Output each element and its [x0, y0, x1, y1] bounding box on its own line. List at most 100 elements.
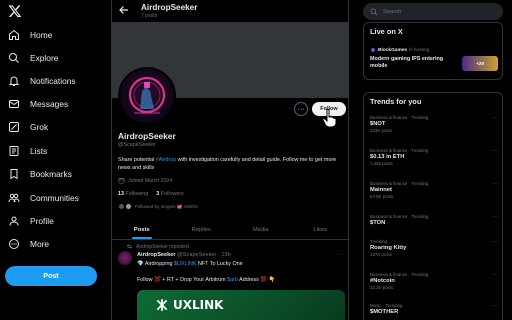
nav-messages[interactable]: Messages [8, 96, 68, 112]
nav-label: Home [30, 30, 53, 40]
header-profile-name: AirdropSeeker [141, 3, 198, 12]
nav-label: Explore [30, 53, 59, 63]
post-button[interactable]: Post [5, 266, 97, 286]
nav-lists[interactable]: Lists [8, 143, 47, 159]
tweet-handle-time[interactable]: @ScapeSeeker · 19h [177, 252, 231, 258]
nav-label: Profile [30, 216, 54, 226]
x-logo-icon[interactable] [8, 4, 22, 18]
image-text: UXLINK [173, 298, 224, 312]
pointer-hand-icon [322, 108, 337, 128]
nav-label: Bookmarks [30, 169, 72, 179]
nav-label: Messages [30, 99, 69, 109]
repost-text[interactable]: AirdropSeeker reposted [136, 244, 189, 250]
trend-item[interactable]: Business & finance · Trending Mainnet 67.5… [370, 181, 498, 209]
nav-bookmarks[interactable]: Bookmarks [8, 166, 72, 182]
tweet-media-image[interactable]: UXLINK [137, 290, 345, 320]
nav-explore[interactable]: Explore [8, 50, 58, 66]
tab-replies[interactable]: Replies [172, 220, 232, 239]
repost-indicator: AirdropSeeker reposted [126, 243, 189, 250]
live-description[interactable]: Modern gaming IPS entering mobile [370, 56, 458, 70]
tab-likes[interactable]: Likes [291, 220, 349, 239]
search-input[interactable]: Search [363, 3, 503, 20]
live-title: Live on X [370, 27, 403, 36]
avatar-artwork-icon [128, 76, 166, 114]
trend-item[interactable]: Business & finance · Trending $0.13 in ET… [370, 148, 498, 176]
following-link[interactable]: 13 Following [118, 191, 148, 197]
profile-column: AirdropSeeker 7 posts ··· Follow Airdrop… [111, 0, 349, 320]
followed-by[interactable]: Followed by longien 🐙 SMON [118, 203, 198, 210]
nav-label: Notifications [30, 76, 76, 86]
bookmark-icon [8, 168, 20, 180]
tweet-more-button[interactable]: ··· [336, 252, 342, 258]
nav-label: Grok [30, 122, 49, 132]
trend-item[interactable]: Business & finance · Trending $TON ··· [370, 214, 498, 242]
profile-more-button[interactable]: ··· [294, 102, 308, 116]
avatar[interactable] [118, 251, 132, 265]
list-icon [8, 145, 20, 157]
profile-tabs: Posts Replies Media Likes [112, 220, 349, 240]
search-placeholder: Search [383, 8, 402, 15]
repost-icon [126, 244, 133, 249]
left-navigation: Home Explore Notifications Messages Grok… [0, 0, 108, 320]
nav-profile[interactable]: Profile [8, 213, 54, 229]
profile-header-bar: AirdropSeeker 7 posts [112, 0, 348, 22]
right-sidebar: Search Live on X BlockGames is hosting M… [360, 0, 512, 320]
nav-label: Lists [30, 146, 48, 156]
search-icon [370, 8, 378, 15]
profile-bio: Share potential #Airdrop with investigat… [118, 156, 346, 172]
uxlink-mark-icon [156, 299, 168, 311]
back-arrow-icon[interactable] [118, 4, 130, 16]
header-post-count: 7 posts [141, 13, 158, 19]
followers-link[interactable]: 3 Followers [156, 191, 184, 197]
joined-text: Joined March 2024 [128, 177, 173, 184]
nav-label: Communities [30, 193, 79, 203]
trend-more-button[interactable]: ··· [492, 214, 498, 220]
trends-title: Trends for you [370, 97, 422, 106]
bio-text: Share potential [118, 157, 156, 163]
followed-by-text: Followed by longien 🐙 SMON [135, 203, 198, 209]
live-host-name: BlockGames [378, 47, 408, 53]
follow-stats: 13 Following 3 Followers [118, 191, 184, 197]
cashtag-link[interactable]: $arb [227, 277, 238, 283]
more-circle-icon [8, 238, 20, 250]
profile-handle: @ScapeSeeker [118, 142, 156, 148]
live-listeners-badge[interactable]: +29 [462, 56, 498, 71]
trend-more-button[interactable]: ··· [492, 239, 498, 245]
avatar [370, 47, 376, 53]
tweet-text-line: Follow 💯 + RT + Drop Your Arbitrum $arb … [137, 277, 276, 283]
trends-panel: Trends for you Business & finance · Tren… [363, 92, 503, 320]
trend-item[interactable]: Trending Roaring Kitty 127K posts ··· [370, 239, 498, 267]
avatar [118, 203, 125, 210]
nav-notifications[interactable]: Notifications [8, 73, 76, 89]
bio-hashtag-link[interactable]: #Airdrop [156, 157, 176, 163]
tweet-text-line: 💎 Airdropping $UXLINK NFT To Lucky One [137, 261, 243, 267]
trend-more-button[interactable]: ··· [492, 115, 498, 121]
nav-more[interactable]: More [8, 236, 49, 252]
search-icon [8, 52, 20, 64]
grok-icon [8, 121, 20, 133]
trend-more-button[interactable]: ··· [492, 303, 498, 309]
trend-item[interactable]: Business & finance · Trending #Notcoin 22.… [370, 272, 498, 300]
trend-more-button[interactable]: ··· [492, 272, 498, 278]
tab-media[interactable]: Media [231, 220, 291, 239]
envelope-icon [8, 98, 20, 110]
home-icon [8, 29, 20, 41]
nav-grok[interactable]: Grok [8, 119, 48, 135]
tweet-header: AirdropSeeker @ScapeSeeker · 19h [137, 252, 231, 258]
trend-more-button[interactable]: ··· [492, 148, 498, 154]
joined-date: Joined March 2024 [118, 177, 172, 184]
profile-name: AirdropSeeker [118, 131, 176, 141]
nav-label: More [30, 239, 50, 249]
cashtag-link[interactable]: $UXLINK [174, 261, 196, 267]
trend-item[interactable]: Business & finance · Trending $NOT 223K po… [370, 115, 498, 143]
nav-home[interactable]: Home [8, 27, 52, 43]
profile-avatar[interactable] [118, 67, 176, 125]
live-host[interactable]: BlockGames is hosting [370, 47, 429, 53]
trend-more-button[interactable]: ··· [492, 181, 498, 187]
nav-communities[interactable]: Communities [8, 190, 79, 206]
tab-posts[interactable]: Posts [112, 220, 172, 239]
live-on-x-panel: Live on X BlockGames is hosting Modern g… [363, 22, 503, 80]
trend-item[interactable]: Music · Trending $MOTHER ··· [370, 303, 498, 320]
people-icon [8, 192, 20, 204]
tweet-author[interactable]: AirdropSeeker [137, 252, 176, 258]
